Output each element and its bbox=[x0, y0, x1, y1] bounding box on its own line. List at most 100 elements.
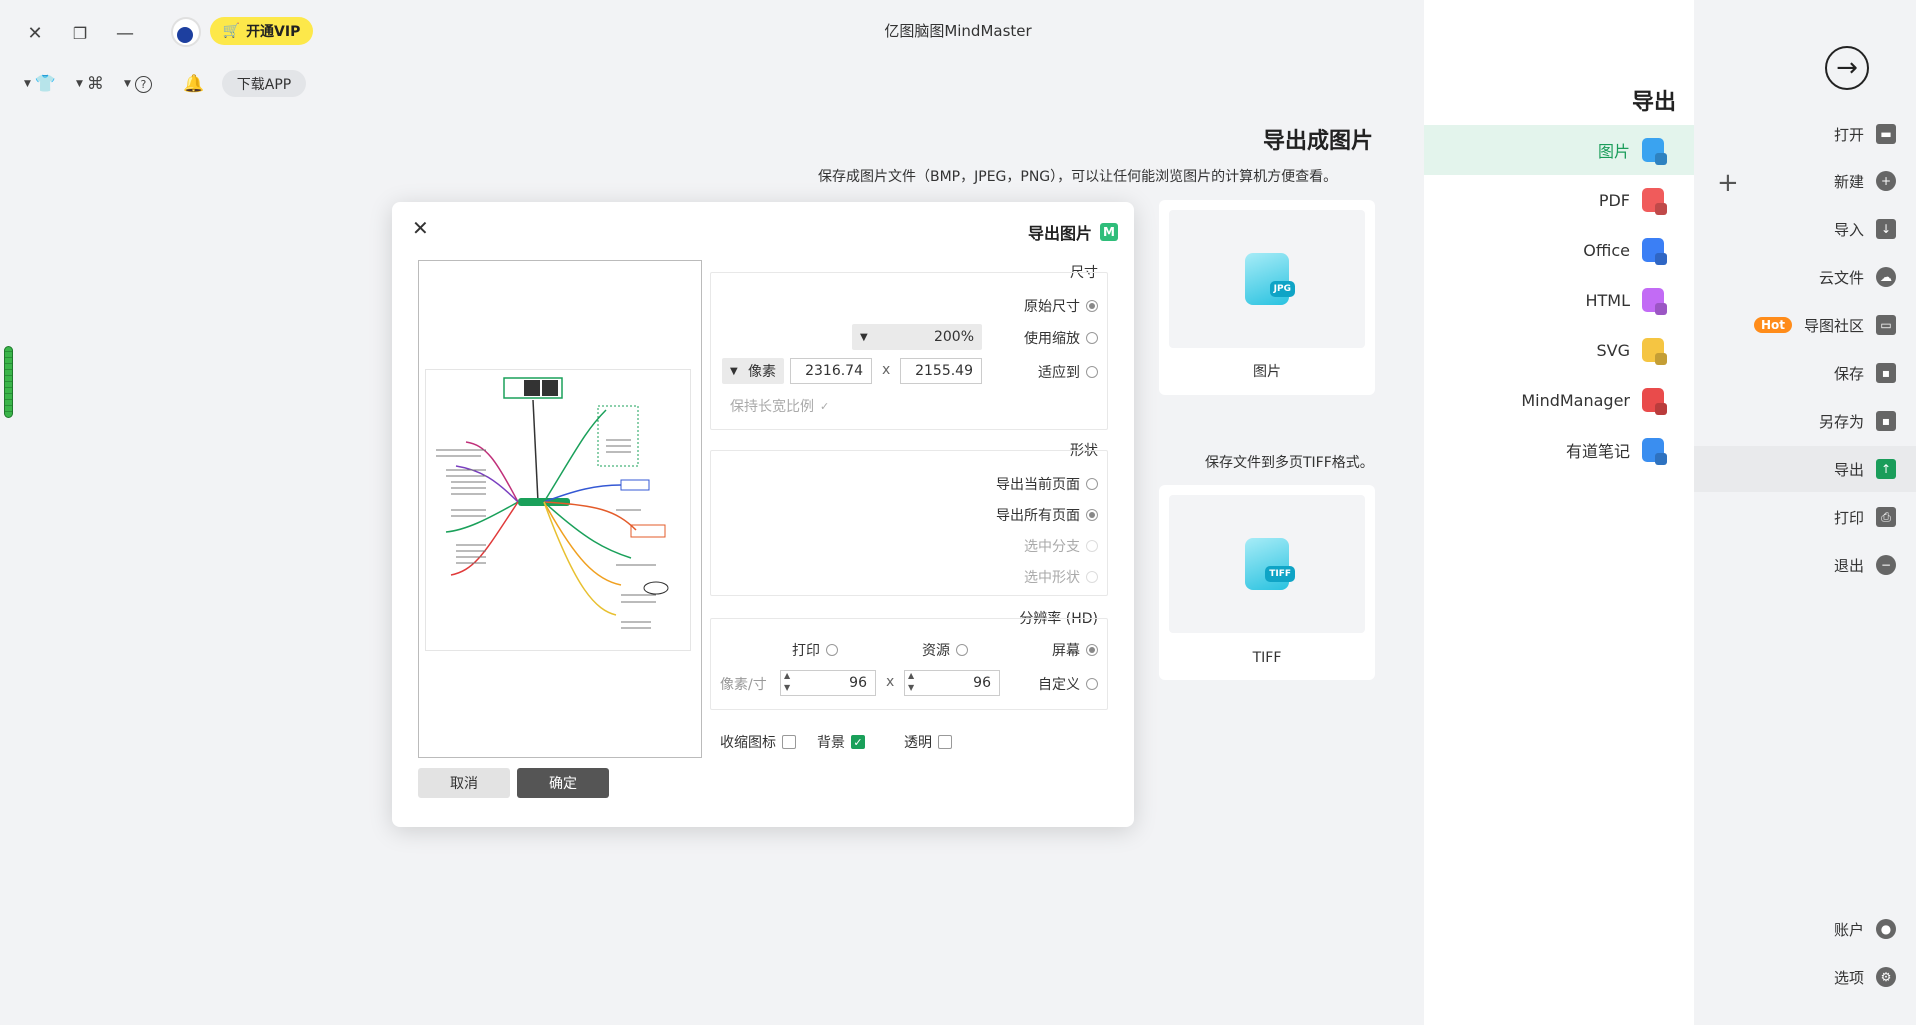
dpi-y-stepper[interactable]: 96 bbox=[780, 670, 876, 696]
bell-icon[interactable]: 🔔 bbox=[183, 73, 204, 95]
menu-item-new[interactable]: 新建 + bbox=[1694, 158, 1916, 204]
menu-item-import[interactable]: 导入 ↓ bbox=[1694, 206, 1916, 252]
menu-item-community[interactable]: Hot 导图社区 ▭ bbox=[1694, 302, 1916, 348]
checkbox[interactable]: ✓ bbox=[851, 735, 865, 749]
image-format-card[interactable]: JPG 图片 bbox=[1159, 200, 1375, 395]
format-item-pdf[interactable]: PDF bbox=[1424, 175, 1694, 225]
option-label: 导出当前页面 bbox=[996, 477, 1080, 493]
radio[interactable] bbox=[956, 644, 968, 656]
width-input[interactable]: 2155.49 bbox=[900, 358, 982, 384]
option-original-size[interactable]: 原始尺寸 bbox=[1024, 296, 1098, 316]
save-icon: ▪ bbox=[1876, 363, 1896, 383]
stepper-arrows-icon: ▲ ▼ bbox=[784, 671, 791, 692]
option-label: 背景 bbox=[817, 735, 845, 751]
format-label: 图片 bbox=[1597, 142, 1630, 161]
scale-select[interactable]: ▼ 200% bbox=[852, 324, 982, 350]
tiff-description: 保存文件到多页TIFF格式。 bbox=[1205, 455, 1374, 471]
option-keep-ratio[interactable]: 保持长宽比例 ✓ bbox=[730, 396, 829, 416]
svg-icon bbox=[1642, 338, 1664, 362]
plus-circle-icon: + bbox=[1876, 171, 1896, 191]
menu-item-exit[interactable]: 退出 − bbox=[1694, 542, 1916, 588]
jpg-file-icon: JPG bbox=[1245, 253, 1295, 305]
format-item-image[interactable]: 图片 bbox=[1424, 125, 1694, 175]
tiff-format-card[interactable]: TIFF TIFF bbox=[1159, 485, 1375, 680]
option-label: 资源 bbox=[922, 643, 950, 659]
scroll-handle[interactable] bbox=[4, 346, 13, 418]
cancel-button[interactable]: 取消 bbox=[418, 768, 510, 798]
menu-label: 保存 bbox=[1833, 364, 1864, 383]
option-source[interactable]: 资源 bbox=[922, 640, 968, 660]
check-icon: ✓ bbox=[820, 399, 830, 413]
format-label: 有道笔记 bbox=[1565, 442, 1630, 461]
user-icon: ● bbox=[1876, 919, 1896, 939]
option-custom[interactable]: 自定义 bbox=[1038, 674, 1098, 694]
option-selected-shape[interactable]: 选中形状 bbox=[1024, 567, 1098, 587]
theme-menu[interactable]: ▼ 👕 bbox=[24, 73, 56, 95]
help-menu[interactable]: ▼ ? bbox=[124, 73, 152, 95]
option-transparent[interactable]: 透明 bbox=[904, 732, 952, 752]
page-title: 导出成图片 bbox=[1263, 129, 1374, 154]
radio[interactable] bbox=[826, 644, 838, 656]
option-collapse-icon[interactable]: 收缩图标 bbox=[720, 732, 796, 752]
height-input[interactable]: 2316.74 bbox=[790, 358, 872, 384]
format-heading: 导出 bbox=[1632, 90, 1677, 115]
download-app-button[interactable]: 下载APP bbox=[222, 70, 306, 97]
unit-select[interactable]: ▼ 像素 bbox=[722, 358, 784, 384]
radio[interactable] bbox=[1086, 478, 1098, 490]
folder-icon: ▬ bbox=[1876, 124, 1896, 144]
option-screen[interactable]: 屏幕 bbox=[1052, 640, 1098, 660]
print-icon: ⎙ bbox=[1876, 507, 1896, 527]
option-fit-to[interactable]: 适应到 bbox=[1038, 362, 1098, 382]
option-all-pages[interactable]: 导出所有页面 bbox=[996, 505, 1098, 525]
format-item-office[interactable]: Office bbox=[1424, 225, 1694, 275]
dpi-x-stepper[interactable]: 96 bbox=[904, 670, 1000, 696]
scale-value: 200% bbox=[933, 329, 974, 345]
format-label: Office bbox=[1583, 240, 1630, 260]
format-item-youdao[interactable]: 有道笔记 bbox=[1424, 425, 1694, 475]
export-preview bbox=[418, 260, 702, 758]
menu-label: 导入 bbox=[1833, 220, 1864, 239]
menu-item-export[interactable]: 导出 ↑ bbox=[1694, 446, 1916, 492]
menu-item-save-as[interactable]: 另存为 ▪ bbox=[1694, 398, 1916, 444]
mindmap-thumbnail bbox=[425, 369, 691, 651]
option-label: 打印 bbox=[792, 643, 820, 659]
close-icon[interactable]: ✕ bbox=[412, 216, 429, 240]
menu-item-print[interactable]: 打印 ⎙ bbox=[1694, 494, 1916, 540]
pdf-icon bbox=[1642, 188, 1664, 212]
cloud-icon: ☁ bbox=[1876, 267, 1896, 287]
menu-item-cloud[interactable]: 云文件 ☁ bbox=[1694, 254, 1916, 300]
option-label: 选中形状 bbox=[1024, 570, 1080, 586]
format-item-svg[interactable]: SVG bbox=[1424, 325, 1694, 375]
radio[interactable] bbox=[1086, 678, 1098, 690]
times-sign: x bbox=[886, 674, 895, 690]
ok-button[interactable]: 确定 bbox=[517, 768, 609, 798]
radio[interactable] bbox=[1086, 300, 1098, 312]
format-label: MindManager bbox=[1521, 390, 1630, 410]
option-selected-branch[interactable]: 选中分支 bbox=[1024, 536, 1098, 556]
option-print[interactable]: 打印 bbox=[792, 640, 838, 660]
apps-menu[interactable]: ▼ ⌘ bbox=[76, 73, 104, 95]
help-icon: ? bbox=[134, 75, 152, 93]
radio[interactable] bbox=[1086, 644, 1098, 656]
option-current-page[interactable]: 导出当前页面 bbox=[996, 474, 1098, 494]
format-item-html[interactable]: HTML bbox=[1424, 275, 1694, 325]
radio[interactable] bbox=[1086, 366, 1098, 378]
checkbox[interactable] bbox=[782, 735, 796, 749]
card-label: 图片 bbox=[1253, 364, 1281, 380]
radio[interactable] bbox=[1086, 571, 1098, 583]
menu-item-options[interactable]: 选项 ⚙ bbox=[1694, 954, 1916, 1000]
menu-item-save[interactable]: 保存 ▪ bbox=[1694, 350, 1916, 396]
back-arrow-icon[interactable]: → bbox=[1825, 46, 1869, 90]
format-item-mindmanager[interactable]: MindManager bbox=[1424, 375, 1694, 425]
file-badge: JPG bbox=[1269, 281, 1295, 297]
option-label: 屏幕 bbox=[1052, 643, 1080, 659]
menu-label: 导出 bbox=[1833, 460, 1864, 479]
radio[interactable] bbox=[1086, 540, 1098, 552]
menu-item-account[interactable]: 账户 ● bbox=[1694, 906, 1916, 952]
checkbox[interactable] bbox=[938, 735, 952, 749]
option-background[interactable]: 背景 ✓ bbox=[817, 732, 865, 752]
radio[interactable] bbox=[1086, 509, 1098, 521]
radio[interactable] bbox=[1086, 332, 1098, 344]
menu-item-open[interactable]: 打开 ▬ bbox=[1694, 111, 1916, 157]
option-use-scale[interactable]: 使用缩放 bbox=[1024, 328, 1098, 348]
